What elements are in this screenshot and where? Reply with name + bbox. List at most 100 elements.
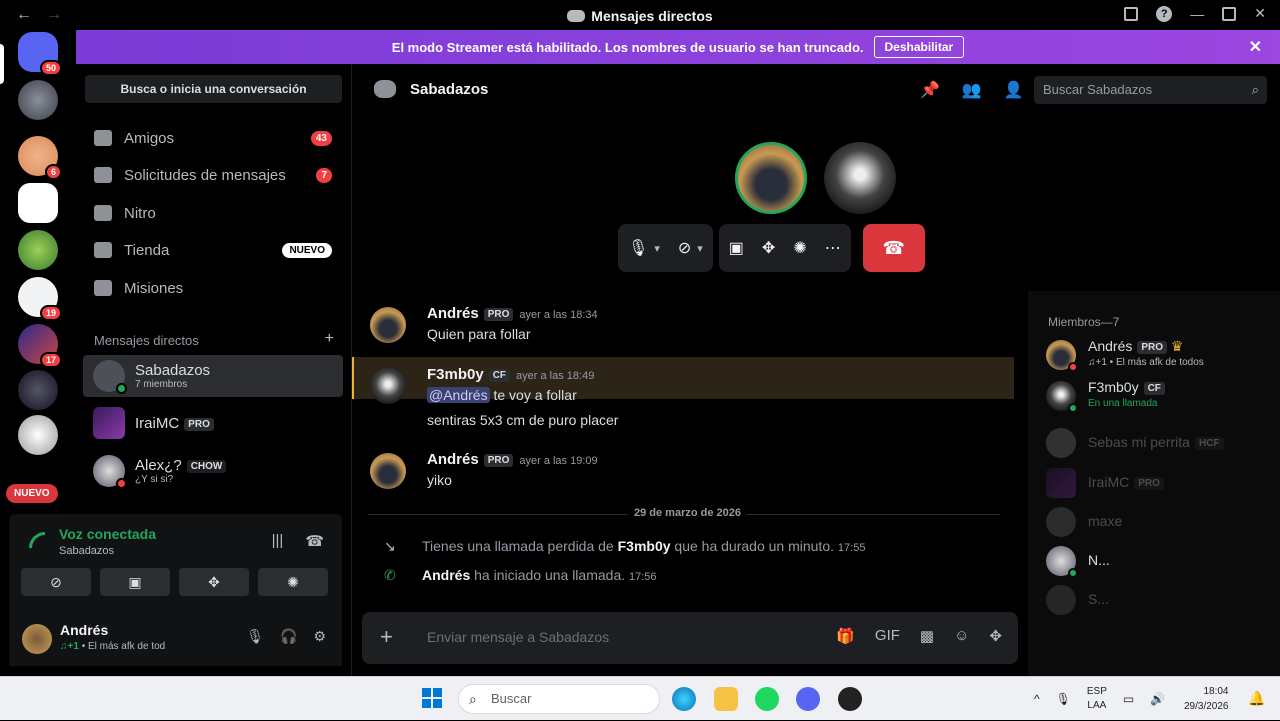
server-2[interactable] <box>18 230 58 270</box>
nav-friends[interactable]: Amigos 43 <box>84 120 342 156</box>
find-conversation-button[interactable]: Busca o inicia una conversación <box>85 75 342 103</box>
nav-nitro[interactable]: Nitro <box>84 195 342 231</box>
member-item[interactable]: Andrés PRO ♛ ♫+1 • El más afk de todos <box>1046 338 1276 374</box>
server-4[interactable]: 17 <box>18 324 62 368</box>
soundboard-button[interactable]: ✺ <box>258 568 328 596</box>
dm-avatar-button[interactable] <box>18 80 58 120</box>
microphone-icon[interactable]: 🎙 <box>628 238 648 258</box>
server-3[interactable]: 19 <box>18 277 62 321</box>
nav-message-requests[interactable]: Solicitudes de mensajes 7 <box>84 157 342 193</box>
help-icon[interactable]: ? <box>1156 5 1173 22</box>
sticker-icon[interactable]: ▩ <box>920 627 934 645</box>
new-badge: NUEVO <box>282 242 332 258</box>
dm-iraimc[interactable]: IraiMC PRO <box>83 402 343 444</box>
notification-bell-icon[interactable]: 🔔 <box>1248 690 1265 707</box>
create-dm-button[interactable]: + <box>325 330 334 348</box>
dm-alex[interactable]: Alex¿? CHOW ¿Y si si? <box>83 450 343 492</box>
language-indicator[interactable]: ESP LAA <box>1087 685 1107 713</box>
volume-icon[interactable]: 🔊 <box>1150 692 1165 706</box>
author-name[interactable]: F3mb0y <box>427 366 484 383</box>
shop-icon <box>94 242 112 258</box>
headphones-icon[interactable]: 🎧 <box>280 628 297 645</box>
spotify-icon[interactable] <box>755 687 779 711</box>
new-badge[interactable]: NUEVO <box>6 484 58 503</box>
microphone-icon[interactable]: 🎙 <box>246 628 264 645</box>
call-participant-andres[interactable] <box>735 142 807 214</box>
voice-channel[interactable]: Sabadazos <box>59 545 114 557</box>
emoji-icon[interactable]: ☺ <box>954 627 969 645</box>
discord-taskbar-icon[interactable] <box>796 687 820 711</box>
apps-icon[interactable]: ✥ <box>989 627 1002 645</box>
edge-icon[interactable] <box>672 687 696 711</box>
close-window-button[interactable]: ✕ <box>1254 5 1266 22</box>
disable-streamer-button[interactable]: Deshabilitar <box>873 36 965 58</box>
microphone-tray-icon[interactable]: 🎙 <box>1056 692 1071 706</box>
gift-icon[interactable]: 🎁 <box>836 627 855 645</box>
soundboard-wave-icon[interactable]: ||| <box>272 532 284 550</box>
member-item[interactable]: IraiMC PRO <box>1046 466 1276 502</box>
share-screen-button[interactable]: ▣ <box>100 568 170 596</box>
more-icon[interactable]: ⋯ <box>825 238 841 258</box>
member-list-icon[interactable]: 👤 <box>1004 80 1024 100</box>
member-item[interactable]: F3mb0y CF En una llamada <box>1046 379 1276 415</box>
network-icon[interactable]: ▭ <box>1123 692 1134 706</box>
windows-start-icon[interactable] <box>422 688 442 708</box>
member-item[interactable]: Sebas mi perrita HCF <box>1046 426 1276 462</box>
signal-icon[interactable] <box>29 532 45 548</box>
camera-off-icon[interactable]: ⊘ <box>678 238 691 258</box>
author-avatar[interactable] <box>370 453 406 489</box>
banner-close-icon[interactable]: ✕ <box>1249 37 1262 57</box>
lang-layout: LAA <box>1087 700 1107 711</box>
user-mention[interactable]: @Andrés <box>427 387 490 403</box>
member-item[interactable]: N... <box>1046 544 1276 580</box>
taskbar-search[interactable]: ⌕ Buscar <box>458 684 660 714</box>
author-avatar[interactable] <box>370 307 406 343</box>
member-item[interactable]: S... <box>1046 583 1276 619</box>
attach-plus-icon[interactable]: + <box>380 624 393 650</box>
add-friends-icon[interactable]: 👥 <box>962 80 982 100</box>
clock[interactable]: 18:04 29/3/2026 <box>1184 684 1229 714</box>
soundboard-icon[interactable]: ✺ <box>793 238 806 258</box>
inbox-icon[interactable] <box>1124 6 1139 21</box>
activities-icon[interactable]: ✥ <box>762 238 775 258</box>
message-input[interactable]: Enviar mensaje a Sabadazos <box>427 629 609 645</box>
share-screen-icon[interactable]: ▣ <box>729 238 744 258</box>
channel-header: Sabadazos 📌 👥 👤 Buscar Sabadazos ⌕ <box>352 64 1280 114</box>
channel-search-input[interactable]: Buscar Sabadazos ⌕ <box>1034 76 1267 104</box>
system-user[interactable]: F3mb0y <box>618 538 671 554</box>
author-name[interactable]: Andrés <box>427 451 479 468</box>
server-trophy[interactable] <box>18 183 58 223</box>
chevron-down-icon[interactable]: ▾ <box>697 242 703 255</box>
minimize-button[interactable]: — <box>1190 6 1204 22</box>
member-item[interactable]: maxe <box>1046 505 1276 541</box>
author-name[interactable]: Andrés <box>427 305 479 322</box>
gear-icon[interactable]: ⚙ <box>313 628 326 645</box>
camera-off-button[interactable]: ⊘ <box>21 568 91 596</box>
obs-icon[interactable] <box>838 687 862 711</box>
disconnect-icon[interactable]: ☎ <box>305 532 324 550</box>
maximize-button[interactable] <box>1222 6 1237 21</box>
pin-icon[interactable]: 📌 <box>920 80 940 100</box>
home-discord-button[interactable]: 50 <box>18 32 62 76</box>
call-participant-f3mb0y[interactable] <box>824 142 896 214</box>
server-5[interactable] <box>18 370 58 410</box>
server-1[interactable]: 6 <box>18 136 62 180</box>
chevron-up-icon[interactable]: ^ <box>1034 692 1040 706</box>
member-name: F3mb0y <box>1088 379 1139 395</box>
nav-shop[interactable]: Tienda NUEVO <box>84 232 342 268</box>
activity-group: ▣ ✥ ✺ ⋯ <box>718 224 851 272</box>
quests-icon <box>94 280 112 296</box>
chevron-down-icon[interactable]: ▾ <box>654 242 660 255</box>
server-6[interactable] <box>18 415 58 455</box>
gif-icon[interactable]: GIF <box>875 627 900 645</box>
file-explorer-icon[interactable] <box>714 687 738 711</box>
user-avatar[interactable] <box>22 624 52 654</box>
dm-sabadazos[interactable]: Sabadazos 7 miembros <box>83 355 343 397</box>
taskbar-search-text: Buscar <box>491 691 532 706</box>
system-user[interactable]: Andrés <box>422 567 470 583</box>
activities-button[interactable]: ✥ <box>179 568 249 596</box>
end-call-button[interactable]: ☎ <box>862 224 925 272</box>
member-name: Andrés <box>1088 338 1133 354</box>
author-avatar[interactable] <box>370 368 406 404</box>
nav-quests[interactable]: Misiones <box>84 270 342 306</box>
